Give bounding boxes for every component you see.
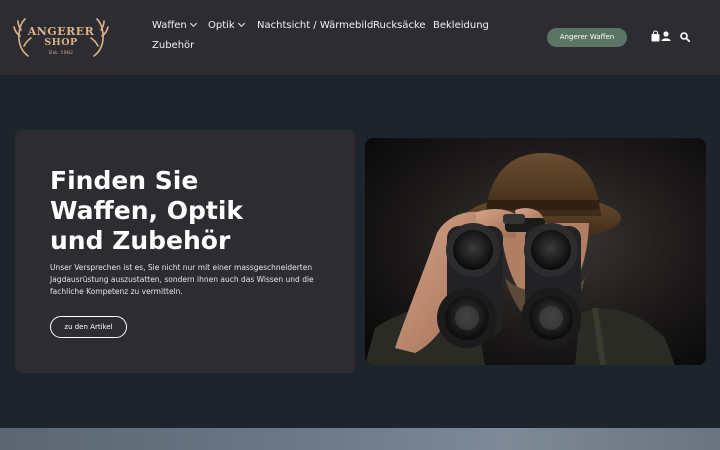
nav-item-nachtsicht[interactable]: Nachtsicht / Wärmebild [257, 20, 373, 31]
nav-item-label: Nachtsicht / Wärmebild [257, 20, 374, 31]
angerer-waffen-button[interactable]: Angerer Waffen [547, 28, 627, 47]
chevron-down-icon [237, 19, 245, 28]
hero-title-line: und Zubehör [50, 226, 231, 255]
chevron-down-icon [189, 19, 197, 28]
shopping-bag-icon[interactable] [651, 30, 660, 42]
nav-item-zubehoer[interactable]: Zubehör [152, 40, 194, 51]
hero-description: Unser Versprechen ist es, Sie nicht nur … [50, 263, 314, 296]
nav-item-optik[interactable]: Optik [208, 19, 245, 31]
site-header: ANGERER SHOP Est. 1982 Waffen Optik Nach… [0, 0, 720, 75]
to-articles-button[interactable]: zu den Artikel [50, 316, 127, 338]
hunter-with-binoculars-image [365, 138, 706, 365]
nav-item-label: Bekleidung [433, 20, 489, 31]
nav-item-bekleidung[interactable]: Bekleidung [433, 20, 489, 31]
nav-item-label: Zubehör [152, 40, 195, 51]
search-icon[interactable] [680, 32, 690, 42]
hero-title: Finden Sie Waffen, Optik und Zubehör [50, 166, 310, 256]
hero-title-line: Waffen, Optik [50, 196, 244, 225]
nav-item-label: Rucksäcke [373, 20, 426, 31]
brand-logo[interactable]: ANGERER SHOP Est. 1982 [12, 16, 110, 60]
nav-item-label: Optik [208, 20, 235, 31]
nav-item-waffen[interactable]: Waffen [152, 19, 197, 31]
hero-image-hunter-binoculars [365, 138, 706, 365]
hero-card: Finden Sie Waffen, Optik und Zubehör Uns… [15, 130, 355, 373]
next-section-image-strip [0, 428, 720, 450]
nav-item-label: Waffen [152, 20, 187, 31]
nav-item-rucksaecke[interactable]: Rucksäcke [373, 20, 426, 31]
brand-established: Est. 1982 [48, 50, 74, 56]
user-icon[interactable] [661, 31, 671, 41]
brand-name-line2: SHOP [44, 37, 78, 48]
hero-title-line: Finden Sie [50, 166, 199, 195]
